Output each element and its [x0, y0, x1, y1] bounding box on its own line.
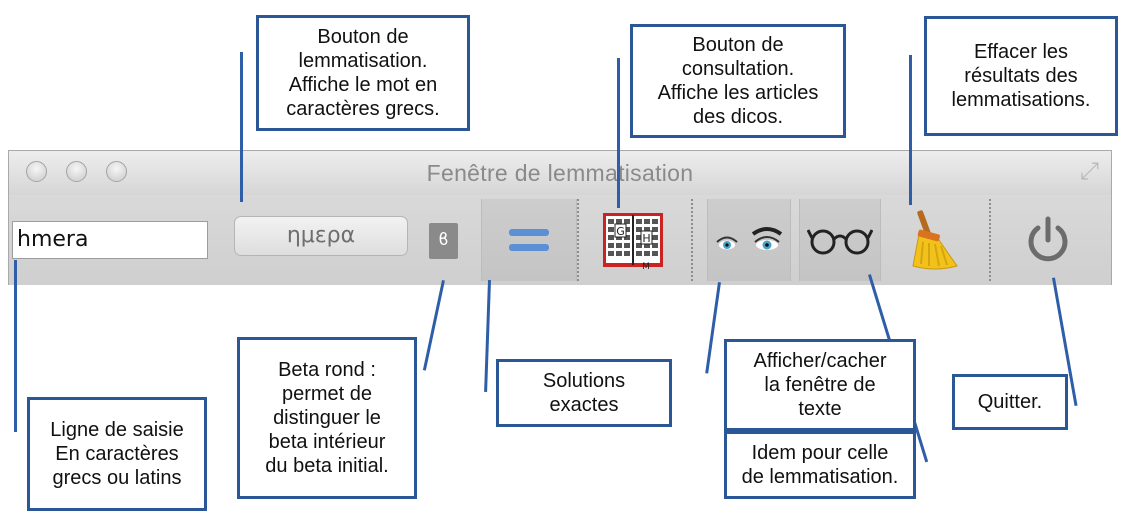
annotation-quit: Quitter.: [952, 374, 1068, 430]
clear-results-button[interactable]: [889, 199, 973, 281]
quit-button[interactable]: [1005, 199, 1091, 281]
annotation-lemmatize-button: Bouton de lemmatisation. Affiche le mot …: [256, 15, 470, 131]
svg-text:G: G: [616, 225, 625, 238]
connector-line: [484, 280, 491, 393]
annotation-exact-solutions: Solutions exactes: [496, 359, 672, 427]
lemmatize-button[interactable]: ημερα: [234, 216, 408, 256]
toggle-text-window-button[interactable]: [707, 199, 791, 281]
lemmatization-window: Fenêtre de lemmatisation ⤢ hmera ημερα ϐ: [8, 150, 1112, 285]
toolbar-separator: [691, 199, 693, 281]
eyes-icon: [716, 227, 783, 250]
broom-icon: [912, 210, 958, 270]
annotation-input-line: Ligne de saisie En caractères grecs ou l…: [27, 397, 207, 511]
window-title: Fenêtre de lemmatisation: [426, 160, 694, 186]
title-bar: Fenêtre de lemmatisation ⤢: [9, 151, 1111, 195]
svg-text:M: M: [642, 262, 650, 271]
toolbar-separator: [989, 199, 991, 281]
power-icon: [1028, 216, 1068, 262]
connector-line: [422, 280, 445, 371]
annotation-beta-round: Beta rond : permet de distinguer le beta…: [237, 337, 417, 499]
fullscreen-icon[interactable]: ⤢: [1080, 160, 1099, 184]
connector-line: [14, 260, 17, 432]
connector-line: [617, 58, 620, 208]
toolbar: hmera ημερα ϐ G H M: [9, 195, 1111, 285]
search-input[interactable]: hmera: [12, 221, 208, 259]
toolbar-separator: [577, 199, 579, 281]
equals-icon: [509, 229, 549, 251]
connector-line: [705, 282, 721, 374]
annotation-idem-lemmatisation: Idem pour celle de lemmatisation.: [724, 431, 916, 499]
annotation-clear-results: Effacer les résultats des lemmatisations…: [924, 16, 1118, 136]
connector-line: [240, 52, 243, 202]
glasses-icon: [807, 229, 873, 255]
svg-text:H: H: [642, 232, 650, 245]
dictionary-book-icon: G H M: [603, 213, 663, 271]
exact-solutions-button[interactable]: [481, 199, 577, 281]
beta-round-button[interactable]: ϐ: [429, 223, 458, 259]
toggle-lemmatization-window-button[interactable]: [799, 199, 881, 281]
connector-line: [909, 55, 912, 205]
annotation-toggle-text-window: Afficher/cacher la fenêtre de texte: [724, 339, 916, 431]
annotation-consult-button: Bouton de consultation. Affiche les arti…: [630, 24, 846, 138]
consult-button[interactable]: G H M: [593, 199, 673, 281]
